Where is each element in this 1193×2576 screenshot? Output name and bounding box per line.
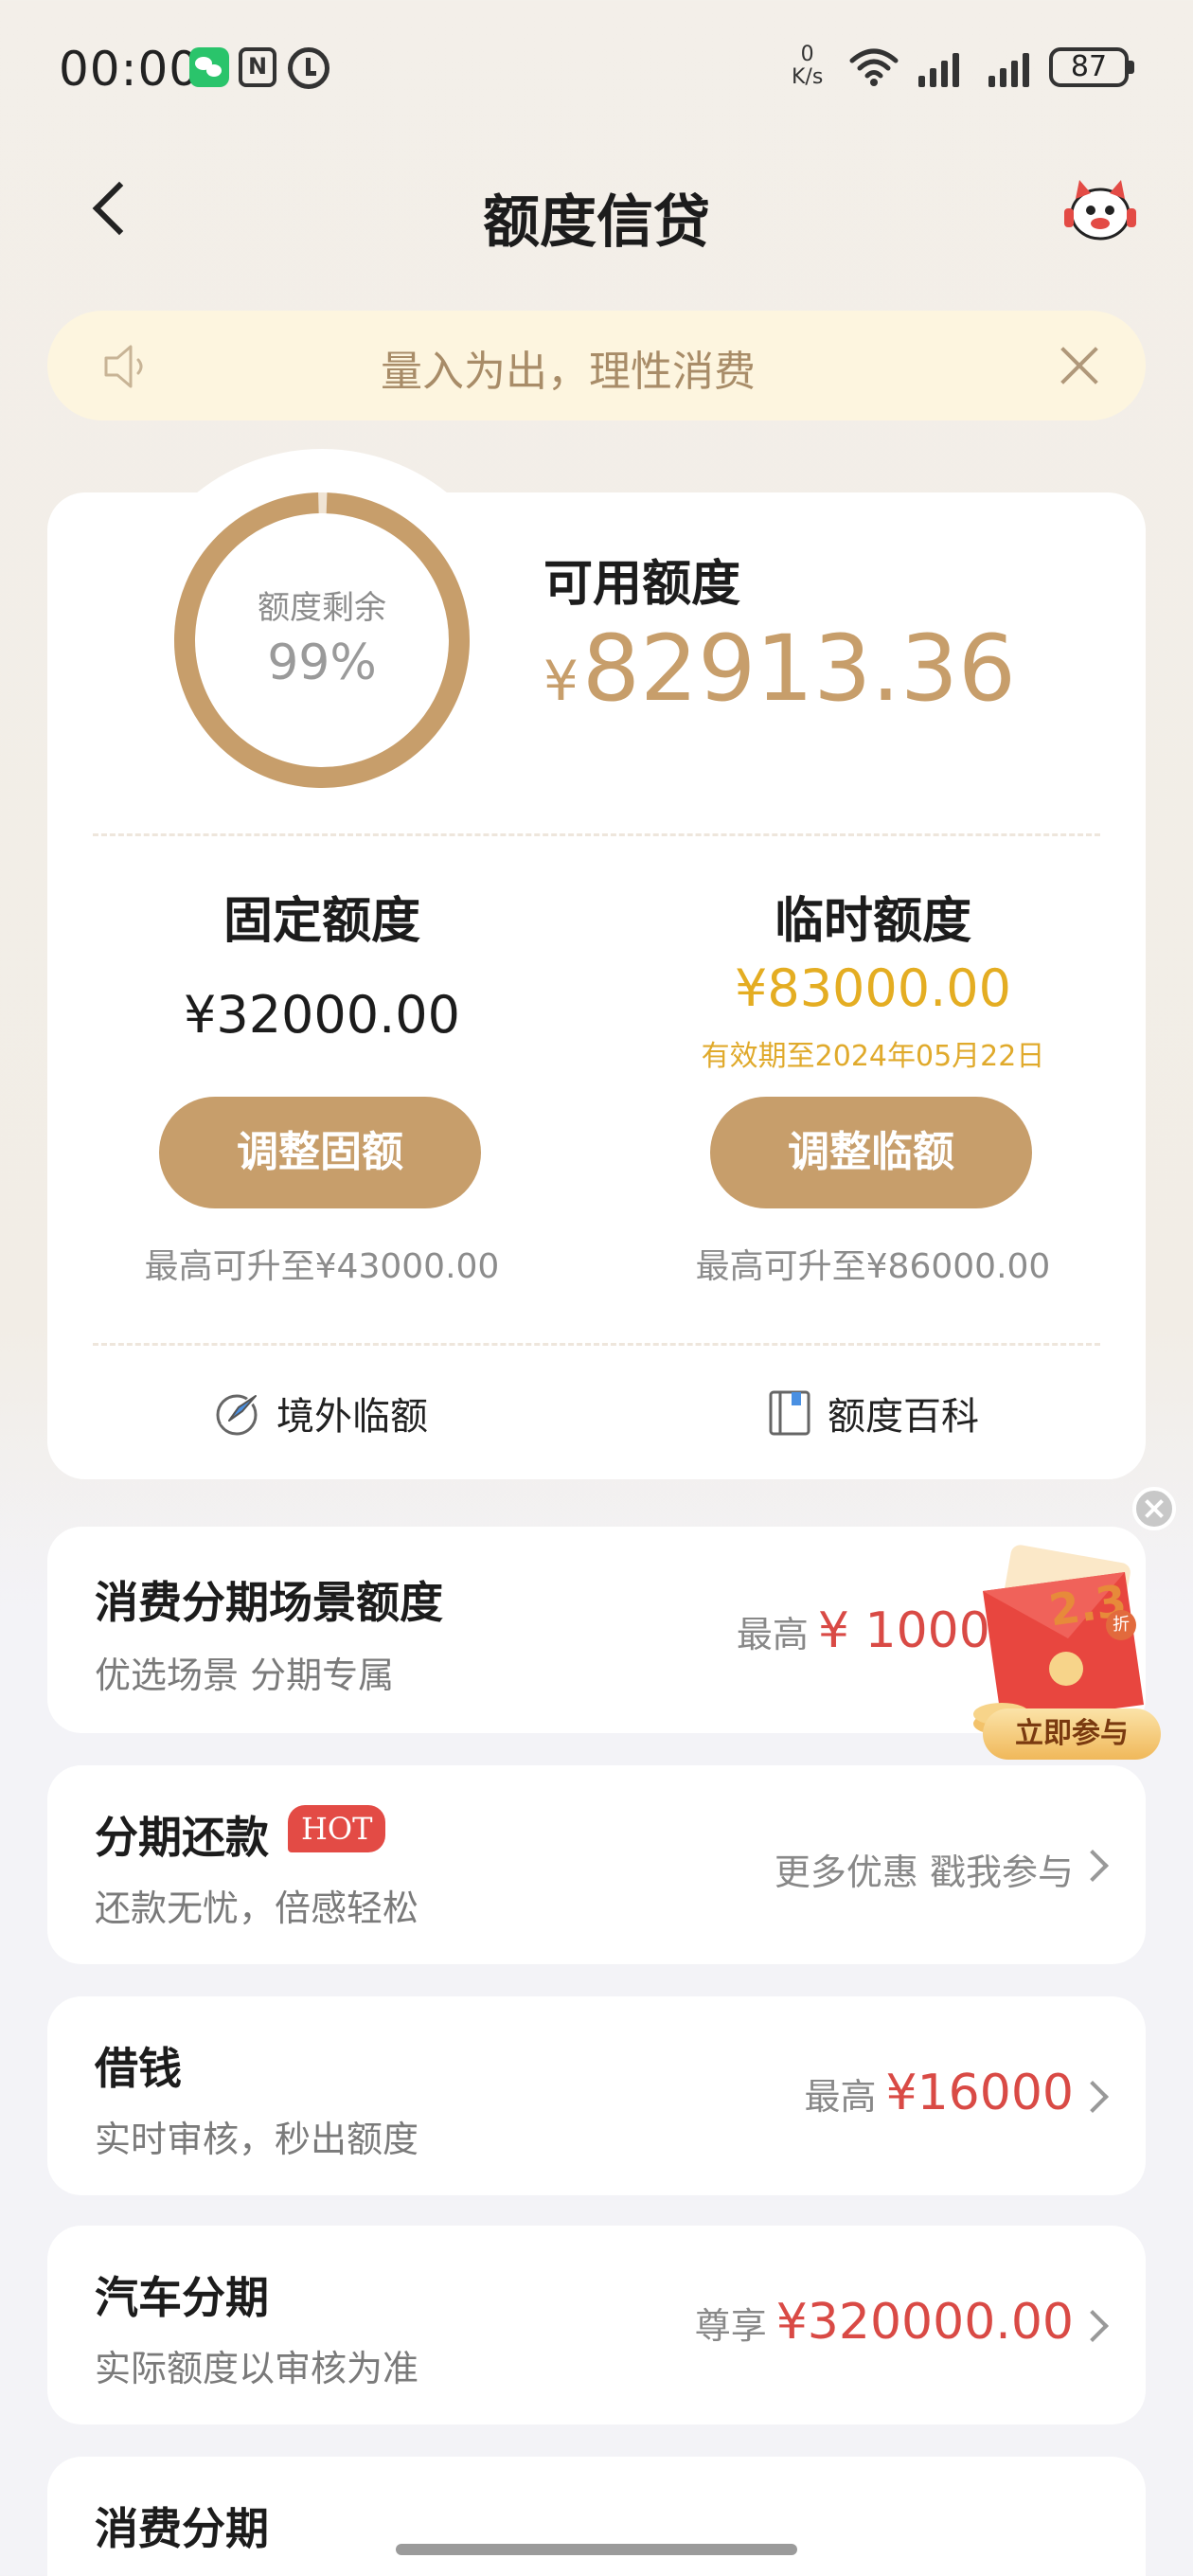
chevron-right-icon [1077,1850,1109,1882]
divider [93,1343,1100,1346]
wechat-icon [189,47,229,87]
fixed-amount: ¥32000.00 [183,985,461,1045]
card-title: 消费分期 [95,2503,269,2554]
chevron-right-icon [1077,2310,1109,2342]
temp-title: 临时额度 [774,893,971,950]
mascot-icon[interactable] [1060,174,1140,244]
card-title: 消费分期场景额度 [95,1577,443,1628]
remaining-ring: 额度剩余 99% [172,491,472,790]
currency-symbol: ¥ [543,649,579,713]
promo-discount-unit: 折 [1106,1610,1136,1640]
signal-icon [988,49,1029,87]
promo-join-button[interactable]: 立即参与 [983,1708,1161,1760]
available-amount: ¥82913.36 [543,616,1016,722]
available-value: 82913.36 [581,616,1016,722]
hot-badge: HOT [288,1805,386,1852]
alarm-icon [288,47,329,89]
adjust-fixed-button[interactable]: 调整固额 [159,1097,481,1208]
card-right-value: 最高 ¥16000 [804,2065,1074,2121]
service-card-borrow[interactable]: 借钱 实时审核，秒出额度 最高 ¥16000 [47,1996,1146,2195]
temp-max-raise: 最高可升至¥86000.00 [695,1247,1051,1286]
ring-value: 99% [267,635,377,691]
available-label: 可用额度 [543,556,741,613]
net-speed: 0 K/s [792,44,823,89]
card-title: 借钱 [95,2043,182,2094]
notice-text: 量入为出，理性消费 [381,348,756,396]
page-title: 额度信贷 [483,189,710,256]
right-amount: ¥16000 [885,2065,1074,2121]
card-subtitle: 优选场景 分期专属 [95,1655,395,1696]
status-bar: 00:00 N 0 K/s 87 [0,0,1193,133]
card-title: 汽车分期 [95,2272,269,2323]
home-indicator[interactable] [396,2544,797,2555]
fixed-max-raise: 最高可升至¥43000.00 [144,1247,500,1286]
fixed-title: 固定额度 [223,893,420,950]
card-subtitle: 实时审核，秒出额度 [95,2119,419,2160]
right-prefix: 最高 [804,2076,877,2118]
right-prefix: 尊享 [694,2305,767,2347]
plane-globe-icon [216,1393,258,1436]
service-card-consumer-installment[interactable]: 消费分期 [47,2457,1146,2576]
promo-close-button[interactable] [1132,1487,1176,1530]
right-prefix: 最高 [736,1614,809,1655]
divider [93,833,1100,836]
ring-label: 额度剩余 [258,589,386,627]
close-notice-button[interactable] [1057,343,1102,388]
signal-icon [918,49,959,87]
credit-wiki-link[interactable]: 额度百科 [765,1385,979,1441]
temp-amount: ¥83000.00 [734,958,1012,1018]
wifi-icon [849,48,899,86]
card-right-text: 更多优惠 戳我参与 [774,1852,1074,1893]
credit-wiki-label: 额度百科 [828,1395,979,1439]
nav-bar: 额度信贷 [0,152,1193,265]
service-card-installment-repay[interactable]: 分期还款 HOT 还款无忧，倍感轻松 更多优惠 戳我参与 [47,1765,1146,1964]
card-subtitle: 实际额度以审核为准 [95,2348,419,2389]
adjust-temp-button[interactable]: 调整临额 [710,1097,1032,1208]
temp-expiry: 有效期至2024年05月22日 [701,1040,1045,1073]
net-speed-value: 0 [800,43,814,66]
service-card-car-installment[interactable]: 汽车分期 实际额度以审核为准 尊享 ¥320000.00 [47,2226,1146,2424]
right-amount: ¥320000.00 [775,2294,1074,2351]
card-right-value: 尊享 ¥320000.00 [695,2294,1074,2351]
chevron-right-icon [1077,2081,1109,2113]
net-speed-unit: K/s [792,65,824,89]
card-subtitle: 还款无忧，倍感轻松 [95,1887,419,1929]
overseas-temp-link[interactable]: 境外临额 [214,1385,428,1441]
notice-bar: 量入为出，理性消费 [47,311,1146,420]
card-title: 分期还款 [95,1812,269,1863]
status-time: 00:00 [59,42,201,97]
nfc-icon: N [239,47,276,87]
battery-icon: 87 [1049,47,1134,87]
overseas-temp-label: 境外临额 [276,1395,428,1439]
book-icon [769,1390,810,1436]
